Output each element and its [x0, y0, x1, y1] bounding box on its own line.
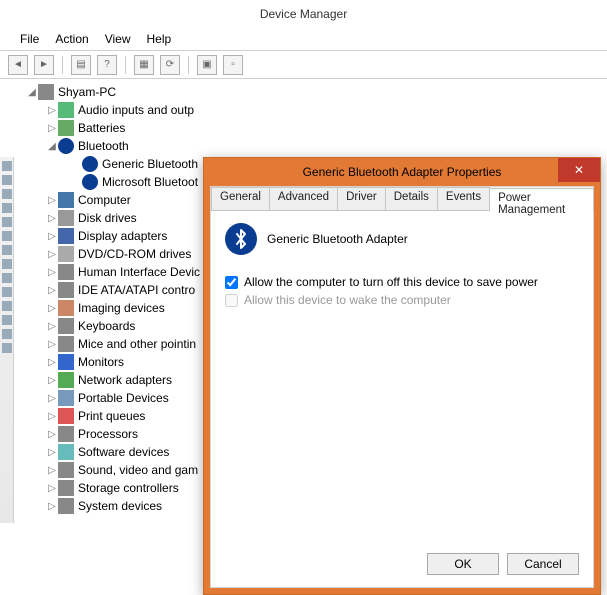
keyboard-icon — [58, 318, 74, 334]
processor-icon — [58, 426, 74, 442]
close-button[interactable]: ✕ — [558, 158, 600, 182]
tree-keyboards[interactable]: Keyboards — [78, 319, 135, 333]
tree-root[interactable]: Shyam-PC — [58, 85, 116, 99]
print-icon — [58, 408, 74, 424]
disk-icon — [58, 210, 74, 226]
menu-help[interactable]: Help — [147, 32, 172, 46]
close-icon: ✕ — [574, 163, 584, 177]
cancel-button[interactable]: Cancel — [507, 553, 579, 575]
tree-bt-generic[interactable]: Generic Bluetooth — [102, 157, 198, 171]
checkbox-allow-wake: Allow this device to wake the computer — [225, 293, 579, 307]
checkbox-allow-turn-off[interactable]: Allow the computer to turn off this devi… — [225, 275, 579, 289]
tree-storage[interactable]: Storage controllers — [78, 481, 179, 495]
monitor-icon — [58, 354, 74, 370]
tree-imaging[interactable]: Imaging devices — [78, 301, 165, 315]
checkbox-allow-turn-off-input[interactable] — [225, 276, 238, 289]
checkbox-allow-wake-input — [225, 294, 238, 307]
tree-computer[interactable]: Computer — [78, 193, 131, 207]
tab-advanced[interactable]: Advanced — [269, 187, 338, 210]
tree-processors[interactable]: Processors — [78, 427, 138, 441]
menubar: File Action View Help — [0, 28, 607, 50]
tree-sound[interactable]: Sound, video and gam — [78, 463, 198, 477]
tree-disk[interactable]: Disk drives — [78, 211, 137, 225]
checkbox-allow-turn-off-label: Allow the computer to turn off this devi… — [244, 275, 538, 289]
left-icon-strip — [0, 157, 14, 523]
tree-portable[interactable]: Portable Devices — [78, 391, 169, 405]
sound-icon — [58, 462, 74, 478]
tab-events[interactable]: Events — [437, 187, 490, 210]
tree-audio[interactable]: Audio inputs and outp — [78, 103, 194, 117]
tab-details[interactable]: Details — [385, 187, 438, 210]
battery-icon — [58, 120, 74, 136]
tab-general[interactable]: General — [211, 187, 270, 210]
system-icon — [58, 498, 74, 514]
dvd-icon — [58, 246, 74, 262]
dialog-tabs: General Advanced Driver Details Events P… — [211, 187, 593, 211]
bluetooth-icon — [58, 138, 74, 154]
tree-ide[interactable]: IDE ATA/ATAPI contro — [78, 283, 195, 297]
computer-node-icon — [58, 192, 74, 208]
ide-icon — [58, 282, 74, 298]
tree-software[interactable]: Software devices — [78, 445, 169, 459]
toolbar-extra-icon[interactable]: ▫ — [223, 55, 243, 75]
network-icon — [58, 372, 74, 388]
dialog-title: Generic Bluetooth Adapter Properties — [303, 165, 502, 179]
tree-network[interactable]: Network adapters — [78, 373, 172, 387]
checkbox-allow-wake-label: Allow this device to wake the computer — [244, 293, 451, 307]
toolbar-refresh-icon[interactable]: ⟳ — [160, 55, 180, 75]
tree-dvd[interactable]: DVD/CD-ROM drives — [78, 247, 191, 261]
tree-display[interactable]: Display adapters — [78, 229, 167, 243]
storage-icon — [58, 480, 74, 496]
device-name-label: Generic Bluetooth Adapter — [267, 232, 408, 246]
tree-bt-microsoft[interactable]: Microsoft Bluetoot — [102, 175, 198, 189]
tab-driver[interactable]: Driver — [337, 187, 386, 210]
toolbar-forward-icon[interactable]: ► — [34, 55, 54, 75]
audio-icon — [58, 102, 74, 118]
dialog-titlebar[interactable]: Generic Bluetooth Adapter Properties ✕ — [204, 158, 600, 186]
bluetooth-device-icon — [225, 223, 257, 255]
menu-view[interactable]: View — [105, 32, 131, 46]
toolbar-back-icon[interactable]: ◄ — [8, 55, 28, 75]
software-icon — [58, 444, 74, 460]
tab-panel-power: Generic Bluetooth Adapter Allow the comp… — [211, 211, 593, 323]
portable-icon — [58, 390, 74, 406]
menu-action[interactable]: Action — [55, 32, 88, 46]
hid-icon — [58, 264, 74, 280]
tree-batteries[interactable]: Batteries — [78, 121, 125, 135]
mouse-icon — [58, 336, 74, 352]
bluetooth-icon — [82, 174, 98, 190]
toolbar-scan-icon[interactable]: ▦ — [134, 55, 154, 75]
tree-system[interactable]: System devices — [78, 499, 162, 513]
tree-monitors[interactable]: Monitors — [78, 355, 124, 369]
tree-hid[interactable]: Human Interface Devic — [78, 265, 200, 279]
bluetooth-icon — [82, 156, 98, 172]
toolbar-help-icon[interactable]: ? — [97, 55, 117, 75]
properties-dialog: Generic Bluetooth Adapter Properties ✕ G… — [203, 157, 601, 595]
toolbar-show-icon[interactable]: ▤ — [71, 55, 91, 75]
ok-button[interactable]: OK — [427, 553, 499, 575]
menu-file[interactable]: File — [20, 32, 39, 46]
window-title: Device Manager — [0, 0, 607, 28]
tree-mice[interactable]: Mice and other pointin — [78, 337, 196, 351]
tree-print[interactable]: Print queues — [78, 409, 145, 423]
computer-icon — [38, 84, 54, 100]
toolbar: ◄ ► ▤ ? ▦ ⟳ ▣ ▫ — [0, 51, 607, 79]
tree-bluetooth[interactable]: Bluetooth — [78, 139, 129, 153]
toolbar-prop-icon[interactable]: ▣ — [197, 55, 217, 75]
imaging-icon — [58, 300, 74, 316]
display-icon — [58, 228, 74, 244]
tab-power-management[interactable]: Power Management — [489, 188, 594, 211]
